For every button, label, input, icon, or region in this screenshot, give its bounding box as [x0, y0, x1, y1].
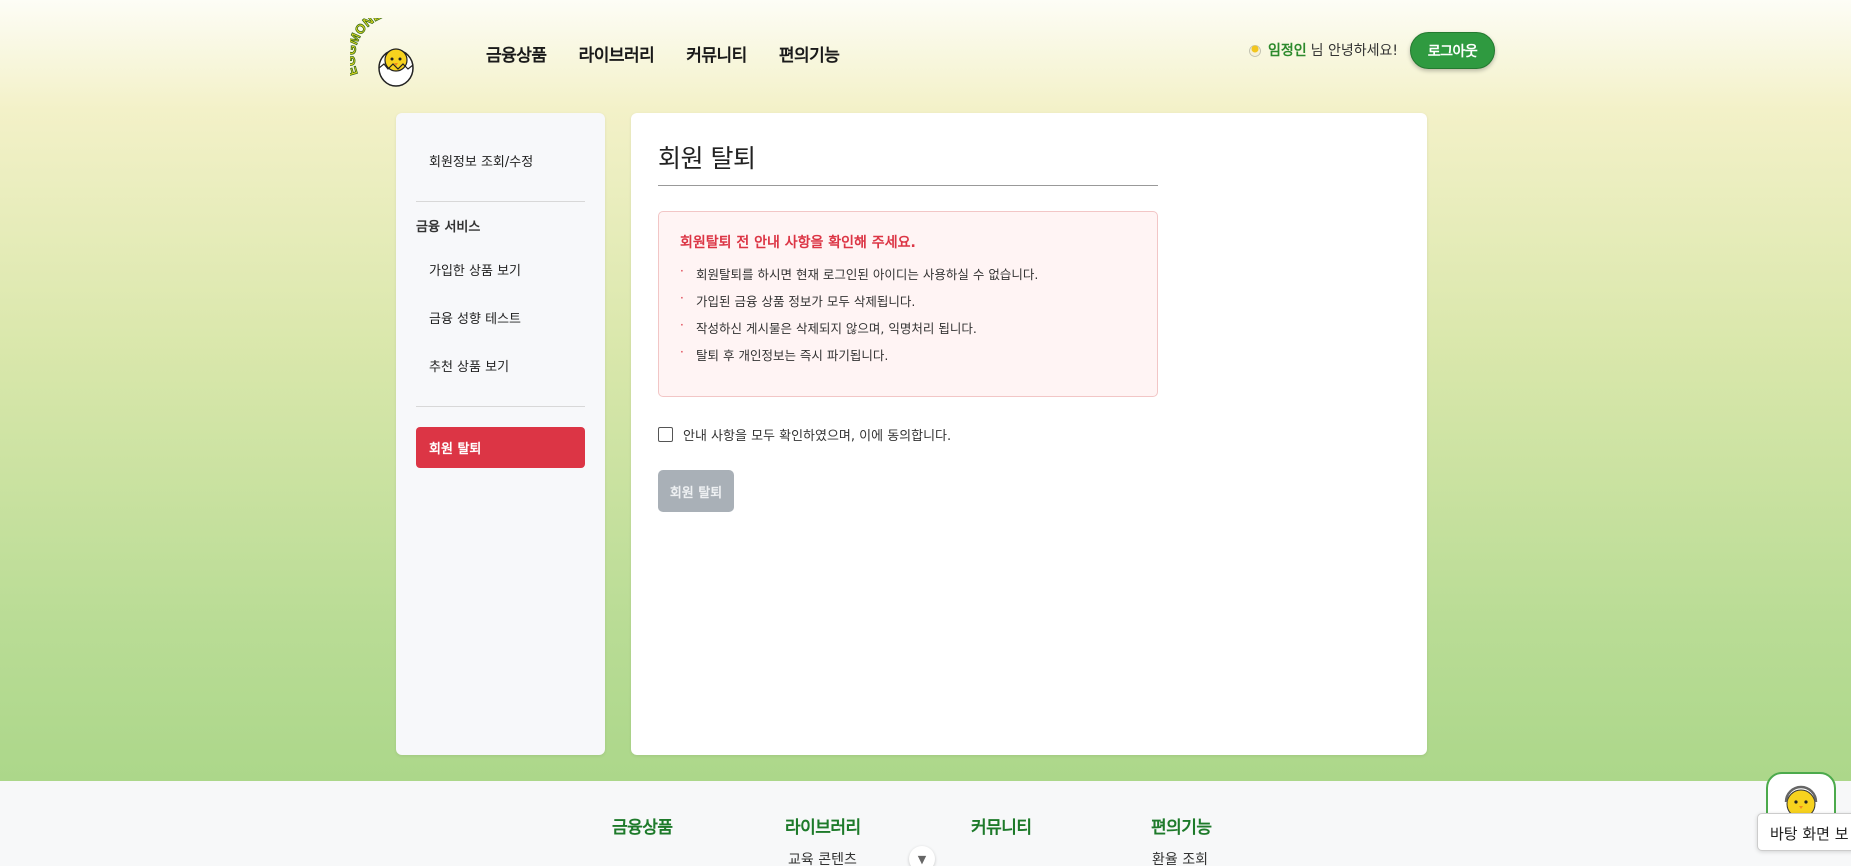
sidebar-item-recommended[interactable]: 추천 상품 보기 [429, 356, 509, 375]
list-item: · 작성하신 게시물은 삭제되지 않으며, 익명처리 됩니다. [680, 318, 1038, 345]
nav-community[interactable]: 커뮤니티 [686, 41, 747, 66]
footer-title-community[interactable]: 커뮤니티 [971, 813, 1032, 838]
title-divider [658, 185, 1158, 186]
notice-box: 회원탈퇴 전 안내 사항을 확인해 주세요. · 회원탈퇴를 하시면 현재 로그인… [658, 211, 1158, 397]
nav-library[interactable]: 라이브러리 [579, 41, 655, 66]
user-name: 임정인 [1268, 43, 1307, 59]
logout-button[interactable]: 로그아웃 [1410, 32, 1495, 69]
sidebar-item-propensity-test[interactable]: 금융 성향 테스트 [429, 308, 521, 327]
egg-icon [1248, 43, 1262, 57]
sidebar-item-joined-products[interactable]: 가입한 상품 보기 [429, 260, 521, 279]
footer-title-financial[interactable]: 금융상품 [612, 813, 673, 838]
agree-row[interactable]: 안내 사항을 모두 확인하였으며, 이에 동의합니다. [658, 425, 951, 444]
footer-title-library[interactable]: 라이브러리 [785, 813, 861, 838]
sidebar-divider [416, 406, 585, 407]
notice-text: 탈퇴 후 개인정보는 즉시 파기됩니다. [696, 348, 889, 363]
notice-list: · 회원탈퇴를 하시면 현재 로그인된 아이디는 사용하실 수 없습니다. · 가입… [680, 264, 1038, 372]
bullet-icon: · [680, 318, 684, 332]
list-item: · 탈퇴 후 개인정보는 즉시 파기됩니다. [680, 345, 1038, 372]
list-item: · 가입된 금융 상품 정보가 모두 삭제됩니다. [680, 291, 1038, 318]
sidebar-item-profile[interactable]: 회원정보 조회/수정 [429, 151, 533, 170]
agree-label: 안내 사항을 모두 확인하였으며, 이에 동의합니다. [683, 429, 952, 444]
eggmoneyna-logo[interactable]: EGGMONEYNA [342, 2, 440, 90]
user-greeting: 임정인 님 안녕하세요! [1248, 40, 1398, 60]
footer-link-exchange[interactable]: 환율 조회 [1152, 849, 1208, 866]
withdraw-button[interactable]: 회원 탈퇴 [658, 470, 734, 512]
agree-checkbox[interactable] [658, 427, 673, 442]
list-item: · 회원탈퇴를 하시면 현재 로그인된 아이디는 사용하실 수 없습니다. [680, 264, 1038, 291]
chatbot-tooltip: 바탕 화면 보 [1757, 813, 1851, 851]
sidebar-section-title: 금융 서비스 [416, 220, 481, 235]
chevron-down-icon[interactable]: ▼ [909, 846, 935, 866]
sidebar-item-withdraw[interactable]: 회원 탈퇴 [416, 427, 585, 468]
sidebar-divider [416, 201, 585, 202]
notice-title: 회원탈퇴 전 안내 사항을 확인해 주세요. [680, 235, 916, 251]
main-nav: 금융상품 라이브러리 커뮤니티 편의기능 [486, 41, 871, 66]
greeting-text: 님 안녕하세요! [1310, 43, 1398, 59]
main-panel: 회원 탈퇴 회원탈퇴 전 안내 사항을 확인해 주세요. · 회원탈퇴를 하시면 … [631, 113, 1427, 755]
notice-text: 회원탈퇴를 하시면 현재 로그인된 아이디는 사용하실 수 없습니다. [696, 267, 1039, 282]
bullet-icon: · [680, 264, 684, 278]
footer-link-education[interactable]: 교육 콘텐츠 [788, 849, 857, 866]
page-title: 회원 탈퇴 [658, 144, 756, 173]
bullet-icon: · [680, 291, 684, 305]
notice-text: 작성하신 게시물은 삭제되지 않으며, 익명처리 됩니다. [696, 321, 977, 336]
bullet-icon: · [680, 345, 684, 359]
footer-title-convenience[interactable]: 편의기능 [1151, 813, 1212, 838]
mypage-sidebar: 회원정보 조회/수정 금융 서비스 가입한 상품 보기 금융 성향 테스트 추천… [396, 113, 605, 755]
notice-text: 가입된 금융 상품 정보가 모두 삭제됩니다. [696, 294, 916, 309]
nav-financial-products[interactable]: 금융상품 [486, 41, 547, 66]
nav-convenience[interactable]: 편의기능 [779, 41, 840, 66]
site-header: EGGMONEYNA 금융상품 라이브러리 커뮤니티 편의기능 임정인 님 안녕… [0, 0, 1851, 100]
